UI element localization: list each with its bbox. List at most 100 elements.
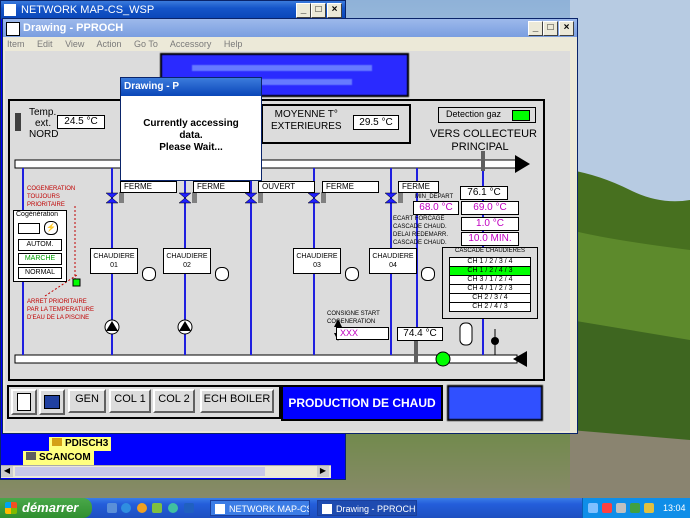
cascade-option[interactable]: CH 2 / 4 / 3	[449, 302, 531, 312]
delai-line: DELAI REDEMARR.	[393, 232, 449, 238]
close-icon[interactable]: ×	[327, 3, 342, 18]
valve-4-status: FERME	[322, 181, 379, 193]
start-button[interactable]: démarrer	[0, 498, 92, 518]
outdoor-sensor-icon	[15, 113, 21, 131]
minimize-icon[interactable]: _	[528, 21, 543, 36]
tray-volume-icon[interactable]	[616, 503, 626, 513]
tray-network-icon[interactable]	[588, 503, 598, 513]
delai-value: 10.0 MIN.	[461, 232, 519, 246]
boiler-burner-icon	[215, 267, 229, 281]
quicklaunch-app-icon[interactable]	[184, 503, 194, 513]
cogen-normal-button[interactable]: NORMAL	[18, 267, 62, 279]
cogen-marche-button[interactable]: MARCHE	[18, 253, 62, 265]
cogen-power-icon: ⚡	[44, 221, 58, 235]
menu-item[interactable]: Item	[7, 39, 25, 49]
arret-note: ARRET PRIORITAIRE PAR LA TEMPERATURE D'E…	[27, 298, 94, 322]
tray-clock[interactable]: 13:04	[663, 498, 686, 518]
menu-item[interactable]: Go To	[134, 39, 158, 49]
cogen-note-line: TOUJOURS	[27, 194, 60, 200]
actuator-icon	[119, 192, 124, 203]
tray-misc-icon[interactable]	[644, 503, 654, 513]
task-label: NETWORK MAP-CS_...	[229, 504, 309, 514]
loading-message: Currently accessing data. Please Wait...	[121, 118, 261, 154]
task-drawing[interactable]: Drawing - PPROCH	[317, 500, 417, 516]
ech-boiler-button[interactable]: ECH BOILER	[200, 389, 274, 413]
boiler-04[interactable]: CHAUDIERE 04	[369, 248, 417, 274]
network-item-label: SCANCOM	[39, 452, 91, 463]
network-map-titlebar[interactable]: NETWORK MAP-CS_WSP _ □ ×	[1, 1, 345, 19]
boiler-02[interactable]: CHAUDIERE 02	[163, 248, 211, 274]
network-item-scancom[interactable]: SCANCOM	[23, 451, 94, 465]
menu-item[interactable]: Accessory	[170, 39, 212, 49]
cogen-panel-title: Cogénération	[16, 211, 59, 218]
scroll-left-icon[interactable]: ◀	[1, 466, 13, 477]
supply-pipe	[14, 159, 518, 169]
drawing-titlebar[interactable]: Drawing - PPROCH _ □ ×	[3, 19, 577, 37]
quicklaunch-gallery-icon[interactable]	[152, 503, 162, 513]
min-depart-label: MIN_DEPART	[415, 194, 454, 200]
task-network-map[interactable]: NETWORK MAP-CS_...	[210, 500, 310, 516]
task-app-icon	[215, 504, 225, 514]
consigne-value[interactable]: XXX	[336, 327, 389, 340]
scroll-right-icon[interactable]: ▶	[317, 466, 329, 477]
boiler-number: 01	[110, 262, 118, 269]
moyenne-label: MOYENNE T° EXTERIEURES	[271, 109, 342, 133]
boiler-label: CHAUDIERE	[166, 253, 208, 260]
boiler-01[interactable]: CHAUDIERE 01	[90, 248, 138, 274]
collector-line: PRINCIPAL	[451, 141, 509, 153]
setpoint-value: 69.0 °C	[461, 201, 519, 215]
actuator-icon	[321, 192, 326, 203]
screen-button[interactable]	[39, 389, 65, 415]
gas-status-indicator	[512, 110, 530, 121]
return-pump-icon	[435, 351, 451, 367]
clipboard-icon	[17, 393, 31, 411]
loading-dialog-title: Drawing - P	[124, 81, 180, 92]
gen-button[interactable]: GEN	[68, 389, 106, 413]
boiler-03[interactable]: CHAUDIERE 03	[293, 248, 341, 274]
menu-item[interactable]: View	[65, 39, 84, 49]
loading-dialog-titlebar[interactable]: Drawing - P	[121, 78, 261, 96]
menu-item[interactable]: Help	[224, 39, 243, 49]
menu-item[interactable]: Edit	[37, 39, 53, 49]
close-icon[interactable]: ×	[559, 21, 574, 36]
scroll-thumb[interactable]	[15, 467, 265, 476]
maximize-icon[interactable]: □	[543, 21, 558, 36]
ecart-value: 1.0 °C	[461, 217, 519, 231]
production-button[interactable]: PRODUCTION DE CHAUD	[281, 385, 443, 421]
tray-update-icon[interactable]	[630, 503, 640, 513]
pipe-diagram	[14, 151, 530, 367]
actuator-icon	[398, 192, 403, 203]
tray-security-icon[interactable]	[602, 503, 612, 513]
collector-label: VERS COLLECTEUR PRINCIPAL	[430, 128, 537, 154]
quicklaunch-tool-icon[interactable]	[168, 503, 178, 513]
network-map-app-icon	[4, 4, 16, 16]
loading-dialog[interactable]: Drawing - P Currently accessing data. Pl…	[120, 77, 262, 181]
print-button[interactable]	[11, 389, 37, 415]
boiler-burner-icon	[421, 267, 435, 281]
windows-logo-icon	[5, 502, 17, 514]
computer-icon	[26, 452, 36, 460]
col2-button[interactable]: COL 2	[153, 389, 195, 413]
taskbar: démarrer NETWORK MAP-CS_... Drawing - PP…	[0, 498, 690, 518]
menu-item[interactable]: Action	[96, 39, 121, 49]
maximize-icon[interactable]: □	[311, 3, 326, 18]
cogen-autom-button[interactable]: AUTOM.	[18, 239, 62, 251]
network-scrollbar[interactable]: ◀ ▶	[1, 465, 331, 478]
col1-button[interactable]: COL 1	[109, 389, 151, 413]
minimize-icon[interactable]: _	[296, 3, 311, 18]
boiler-number: 02	[183, 262, 191, 269]
valve-icon	[307, 192, 321, 204]
boiler-burner-icon	[142, 267, 156, 281]
valve-5-status: FERME	[398, 181, 439, 193]
quicklaunch-media-icon[interactable]	[137, 503, 147, 513]
moyenne-line: EXTERIEURES	[271, 121, 342, 132]
temp-retour-value: 74.4 °C	[397, 327, 443, 341]
collector-line: VERS COLLECTEUR	[430, 128, 537, 140]
quicklaunch-ie-icon[interactable]	[121, 503, 131, 513]
network-item-pdisch3[interactable]: PDISCH3	[49, 437, 112, 451]
valve-icon	[178, 192, 192, 204]
monitor-icon	[44, 395, 60, 409]
quicklaunch-desktop-icon[interactable]	[107, 503, 117, 513]
blurred-button[interactable]	[447, 385, 543, 421]
cascade-title: CASCADE CHAUDIERES	[454, 248, 525, 254]
